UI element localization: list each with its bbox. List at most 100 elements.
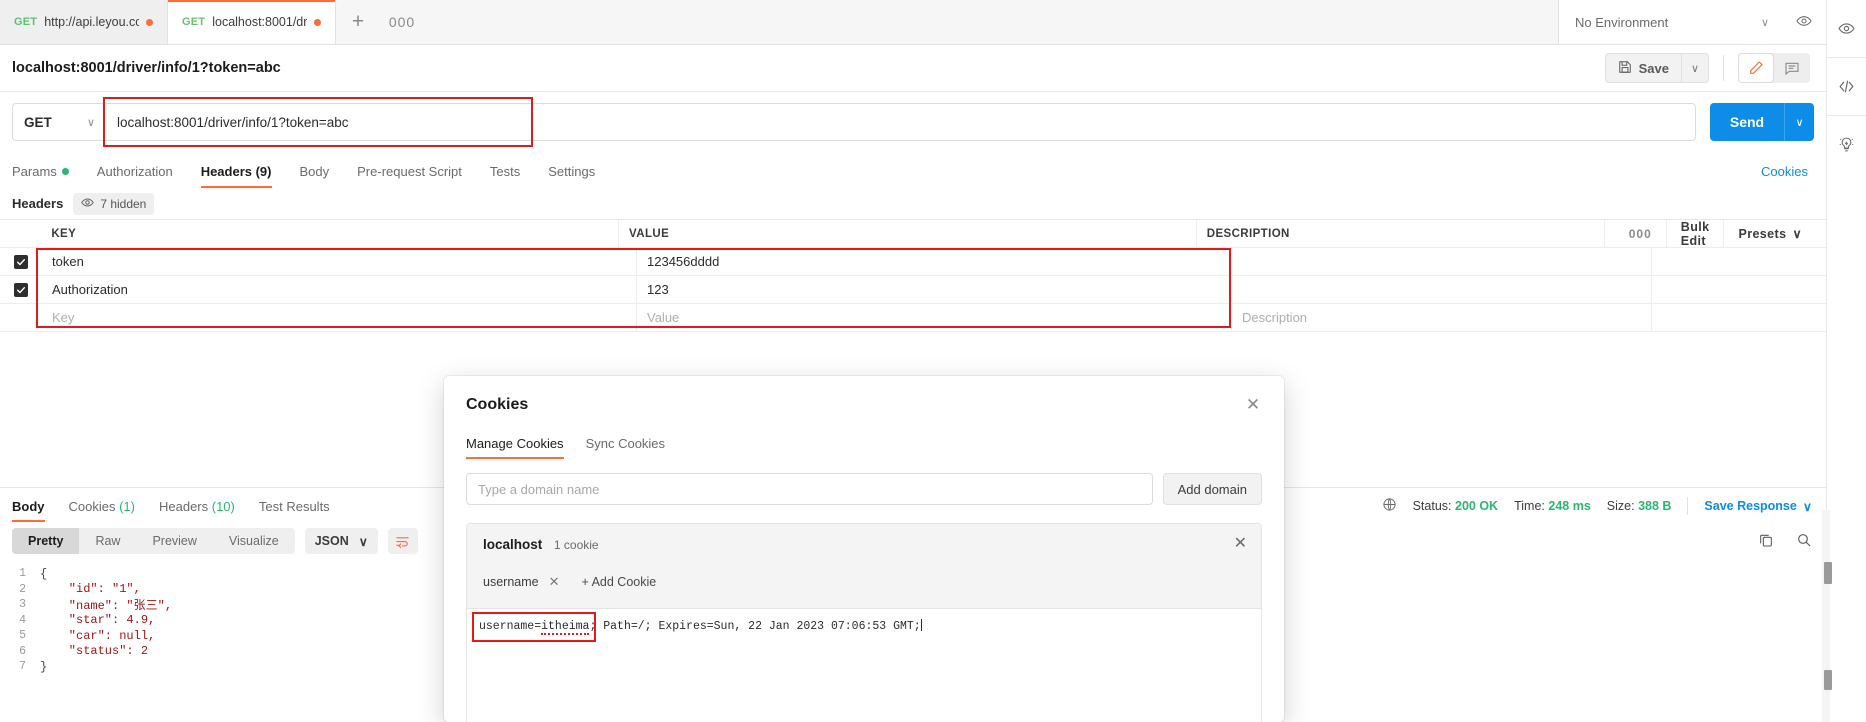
close-icon[interactable]: ✕ — [1240, 392, 1266, 418]
format-raw[interactable]: Raw — [79, 528, 136, 554]
wrap-lines-icon[interactable] — [387, 528, 418, 554]
response-tab-cookies-label: Cookies — [68, 499, 116, 514]
hidden-headers-toggle[interactable]: 7 hidden — [73, 192, 155, 215]
tab-manage-cookies[interactable]: Manage Cookies — [466, 436, 564, 459]
domain-card-header: localhost 1 cookie ✕ username ✕ + Add Co… — [467, 524, 1261, 608]
request-tab-1[interactable]: GET localhost:8001/driver/i — [168, 0, 336, 44]
params-indicator-dot-icon — [61, 168, 69, 175]
tab-params[interactable]: Params — [12, 164, 83, 188]
cookie-chip-close-icon[interactable]: ✕ — [549, 574, 560, 590]
table-row-empty[interactable]: Key Value Description — [0, 304, 1826, 332]
send-group: Send ∨ — [1710, 103, 1814, 141]
text-caret — [920, 619, 922, 631]
url-input[interactable] — [104, 103, 1696, 141]
edit-pencil-icon[interactable] — [1738, 53, 1774, 83]
method-select[interactable]: GET ∨ — [12, 103, 104, 141]
add-domain-button[interactable]: Add domain — [1162, 473, 1262, 505]
save-dropdown-icon[interactable]: ∨ — [1681, 53, 1709, 83]
tab-body[interactable]: Body — [300, 164, 344, 188]
language-label: JSON — [314, 534, 349, 548]
request-title-row: localhost:8001/driver/info/1?token=abc S… — [0, 45, 1826, 92]
row-description[interactable] — [1232, 276, 1652, 303]
chevron-down-icon[interactable]: ∨ — [1748, 16, 1782, 29]
environment-quicklook-icon[interactable] — [1782, 13, 1826, 32]
line-text: "status": 2 — [40, 644, 149, 659]
save-button[interactable]: Save — [1604, 53, 1681, 83]
status-badge: Status: 200 OK — [1413, 499, 1499, 513]
checkbox-checked-icon[interactable] — [14, 254, 28, 269]
response-tab-test-results[interactable]: Test Results — [259, 499, 330, 522]
format-visualize[interactable]: Visualize — [213, 528, 295, 554]
row-value[interactable]: 123456dddd — [637, 248, 1232, 275]
tab-pre-request-script[interactable]: Pre-request Script — [357, 164, 476, 188]
tab-headers[interactable]: Headers (9) — [200, 164, 286, 188]
bulb-icon[interactable] — [1827, 116, 1866, 173]
request-tab-0[interactable]: GET http://api.leyou.com/ap — [0, 0, 168, 44]
row-checkbox-cell — [0, 276, 42, 303]
new-description-input[interactable]: Description — [1232, 304, 1652, 331]
format-segmented-control: Pretty Raw Preview Visualize — [12, 528, 295, 554]
table-row[interactable]: Authorization 123 — [0, 276, 1826, 304]
tab-options-icon[interactable]: 000 — [380, 0, 424, 44]
comment-icon[interactable] — [1774, 53, 1810, 83]
cookie-chip-row: username ✕ + Add Cookie — [483, 574, 1245, 590]
save-label: Save — [1638, 60, 1669, 76]
new-key-input[interactable]: Key — [42, 304, 637, 331]
hidden-headers-label: 7 hidden — [100, 196, 147, 211]
bulk-edit-button[interactable]: Bulk Edit — [1667, 220, 1725, 248]
line-number: 2 — [19, 582, 26, 596]
table-options-icon[interactable]: 000 — [1615, 220, 1667, 247]
tab-authorization[interactable]: Authorization — [97, 164, 187, 188]
row-key[interactable]: Authorization — [42, 276, 637, 303]
cookie-text-a: username= — [479, 620, 542, 633]
response-scrollbar-track[interactable] — [1822, 510, 1830, 722]
copy-icon[interactable] — [1758, 532, 1774, 551]
line-text: } — [40, 659, 48, 674]
response-tab-headers[interactable]: Headers (10) — [159, 499, 235, 522]
domain-input[interactable] — [466, 473, 1153, 505]
cookie-text: username=itheima; Path=/; Expires=Sun, 2… — [479, 619, 1249, 635]
chevron-down-icon: ∨ — [358, 534, 368, 549]
new-value-input[interactable]: Value — [637, 304, 1232, 331]
status-value: 200 OK — [1455, 499, 1499, 513]
domain-close-icon[interactable]: ✕ — [1234, 533, 1247, 553]
send-dropdown-icon[interactable]: ∨ — [1784, 103, 1814, 141]
cookie-text-c: ; Path=/; Expires=Sun, 22 Jan 2023 07:06… — [589, 620, 921, 633]
row-checkbox-cell — [0, 248, 42, 275]
row-value[interactable]: 123 — [637, 276, 1232, 303]
new-tab-button[interactable]: + — [336, 0, 380, 44]
request-tab-bar: GET http://api.leyou.com/ap GET localhos… — [0, 0, 1826, 45]
checkbox-checked-icon[interactable] — [14, 282, 28, 297]
search-icon[interactable] — [1796, 532, 1812, 551]
response-scrollbar-thumb-2[interactable] — [1824, 670, 1832, 690]
cookie-text-value: itheima — [541, 620, 590, 635]
tab-params-label: Params — [12, 164, 57, 179]
format-preview[interactable]: Preview — [136, 528, 212, 554]
row-description[interactable] — [1232, 248, 1652, 275]
presets-button[interactable]: Presets ∨ — [1724, 220, 1816, 247]
cookie-chip[interactable]: username ✕ — [483, 574, 560, 590]
language-select[interactable]: JSON ∨ — [304, 528, 378, 554]
method-label: GET — [24, 114, 52, 130]
cookies-link[interactable]: Cookies — [1761, 164, 1808, 179]
save-response-button[interactable]: Save Response ∨ — [1704, 499, 1812, 514]
add-cookie-button[interactable]: + Add Cookie — [582, 575, 657, 589]
tab-method: GET — [182, 16, 206, 28]
eye-icon[interactable] — [1827, 0, 1866, 57]
cookie-editor[interactable]: username=itheima; Path=/; Expires=Sun, 2… — [467, 608, 1261, 722]
response-scrollbar-thumb[interactable] — [1824, 562, 1832, 584]
response-tab-body[interactable]: Body — [12, 499, 45, 522]
environment-selector[interactable]: No Environment ∨ — [1558, 0, 1826, 44]
row-tail — [1652, 276, 1826, 303]
table-row[interactable]: token 123456dddd — [0, 248, 1826, 276]
tab-sync-cookies[interactable]: Sync Cookies — [586, 436, 665, 459]
send-button[interactable]: Send — [1710, 103, 1784, 141]
size-badge: Size: 388 B — [1607, 499, 1672, 513]
tab-tests[interactable]: Tests — [490, 164, 534, 188]
response-tab-cookies[interactable]: Cookies (1) — [69, 499, 135, 522]
format-pretty[interactable]: Pretty — [12, 528, 80, 554]
row-key[interactable]: token — [42, 248, 637, 275]
code-icon[interactable] — [1827, 58, 1866, 115]
column-value: VALUE — [619, 220, 1197, 247]
tab-settings[interactable]: Settings — [548, 164, 609, 188]
